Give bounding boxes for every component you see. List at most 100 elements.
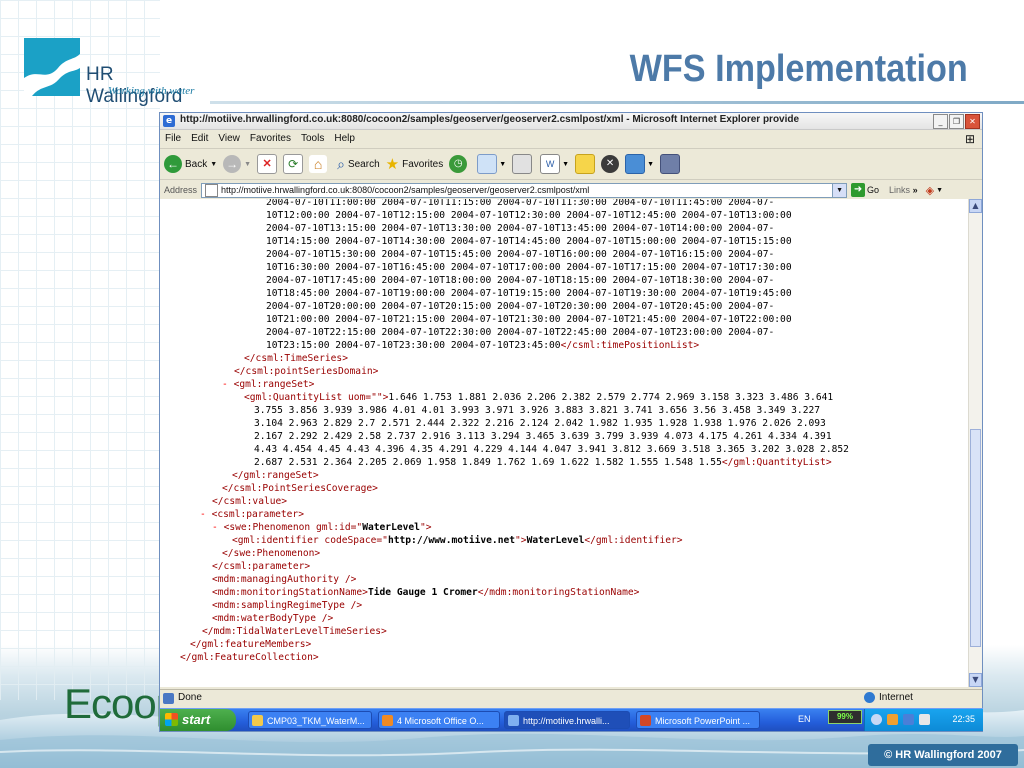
menu-edit[interactable]: Edit: [186, 130, 213, 148]
menu-tools[interactable]: Tools: [296, 130, 329, 148]
block-icon[interactable]: ✕: [601, 155, 620, 173]
xml-tag: </swe:Phenomenon>: [222, 548, 321, 559]
collapse-toggle[interactable]: -: [200, 509, 206, 520]
globe-icon: [864, 692, 875, 703]
xml-time-last-text: 10T23:15:00 2004-07-10T23:30:00 2004-07-…: [266, 340, 561, 351]
windows-flag-icon: ⊞: [964, 132, 976, 146]
messenger-icon[interactable]: [625, 154, 646, 174]
minimize-button[interactable]: _: [933, 114, 948, 129]
research-icon[interactable]: [660, 154, 681, 174]
battery-indicator[interactable]: 99%: [828, 710, 862, 724]
window-titlebar[interactable]: e http://motiive.hrwallingford.co.uk:808…: [160, 113, 982, 130]
restore-button[interactable]: ❐: [949, 114, 964, 129]
tray-arrow-icon[interactable]: [871, 714, 882, 725]
refresh-icon[interactable]: ⟳: [283, 154, 304, 174]
xml-tag: </csml:TimeSeries>: [244, 353, 348, 364]
scroll-up-button[interactable]: ▲: [969, 199, 982, 213]
back-button[interactable]: ← Back ▼: [164, 155, 217, 173]
go-button[interactable]: ➜ Go: [851, 183, 879, 197]
page-icon: [205, 183, 219, 197]
task-label: CMP03_TKM_WaterM...: [267, 716, 365, 726]
close-button[interactable]: ✕: [965, 114, 980, 129]
title-divider: [210, 101, 1024, 104]
ie-icon: [508, 715, 519, 726]
xml-tag: </csml:pointSeriesDomain>: [234, 366, 379, 377]
xml-tag: <mdm:managingAuthority />: [212, 574, 357, 585]
language-indicator[interactable]: EN: [798, 714, 811, 724]
window-controls: _ ❐ ✕: [933, 114, 980, 129]
start-button[interactable]: start: [160, 709, 236, 731]
task-label: 4 Microsoft Office O...: [397, 716, 484, 726]
xml-time-line: 10T18:45:00 2004-07-10T19:00:00 2004-07-…: [266, 288, 792, 299]
vertical-scrollbar[interactable]: ▲ ▼: [968, 199, 982, 687]
forward-dropdown-icon[interactable]: ▼: [244, 161, 251, 168]
folder-icon: [252, 715, 263, 726]
menu-view[interactable]: View: [213, 130, 245, 148]
system-tray: 22:35: [864, 709, 983, 731]
menu-file[interactable]: File: [160, 130, 186, 148]
xml-tag: <csml:parameter>: [211, 509, 304, 520]
tray-app-icon[interactable]: [887, 714, 898, 725]
address-input[interactable]: http://motiive.hrwallingford.co.uk:8080/…: [201, 182, 848, 198]
taskbar-item-ie[interactable]: http://motiive.hrwalli...: [504, 711, 630, 729]
taskbar-item-folder[interactable]: CMP03_TKM_WaterM...: [248, 711, 372, 729]
taskbar-item-powerpoint[interactable]: Microsoft PowerPoint ...: [636, 711, 760, 729]
xml-tag: </mdm:monitoringStationName>: [477, 587, 640, 598]
xml-tag: </gml:rangeSet>: [232, 470, 319, 481]
xml-quantity-first: 1.646 1.753 1.881 2.036 2.206 2.382 2.57…: [388, 392, 834, 403]
powerpoint-icon: [640, 715, 651, 726]
windows-taskbar: start CMP03_TKM_WaterM... 4 Microsoft Of…: [160, 708, 983, 731]
logo-tagline: Working with water: [108, 85, 195, 97]
taskbar-item-office[interactable]: 4 Microsoft Office O...: [378, 711, 500, 729]
go-arrow-icon: ➜: [851, 183, 866, 197]
collapse-toggle[interactable]: -: [222, 379, 228, 390]
status-bar: Done Internet: [160, 689, 982, 707]
xml-tag: </csml:timePositionList>: [560, 340, 700, 351]
search-label: Search: [347, 158, 380, 170]
menu-favorites[interactable]: Favorites: [245, 130, 296, 148]
scroll-down-button[interactable]: ▼: [969, 673, 982, 687]
xml-time-line: 2004-07-10T22:15:00 2004-07-10T22:30:00 …: [266, 327, 775, 338]
scroll-thumb[interactable]: [970, 429, 981, 647]
address-value: http://motiive.hrwallingford.co.uk:8080/…: [221, 185, 590, 195]
favorites-button[interactable]: ★ Favorites: [386, 155, 444, 173]
forward-button[interactable]: → ▼: [223, 155, 251, 173]
xml-parameter-line: - <csml:parameter>: [200, 508, 304, 521]
xml-time-line: 2004-07-10T13:15:00 2004-07-10T13:30:00 …: [266, 223, 775, 234]
office-icon: [382, 715, 393, 726]
extension-dropdown-icon[interactable]: ▼: [936, 187, 943, 194]
messenger-dropdown-icon[interactable]: ▼: [647, 161, 654, 168]
history-icon[interactable]: ◷: [449, 155, 468, 173]
back-dropdown-icon[interactable]: ▼: [210, 161, 217, 168]
forward-arrow-icon: →: [223, 155, 242, 173]
home-icon[interactable]: ⌂: [309, 155, 328, 173]
address-bar: Address http://motiive.hrwallingford.co.…: [160, 180, 982, 201]
tray-network-icon[interactable]: [903, 714, 914, 725]
collapse-toggle[interactable]: -: [212, 522, 218, 533]
xml-tag: </gml:identifier>: [584, 535, 683, 546]
search-button[interactable]: ⌕ Search: [337, 156, 380, 173]
discuss-folder-icon[interactable]: [575, 154, 596, 174]
zone-label: Internet: [879, 692, 913, 703]
xml-time-line: 2004-07-10T11:00:00 2004-07-10T11:15:00 …: [266, 199, 775, 208]
xml-tag: </csml:parameter>: [212, 561, 311, 572]
stop-icon[interactable]: ✕: [257, 154, 278, 174]
links-button[interactable]: Links »: [889, 185, 918, 195]
menu-help[interactable]: Help: [329, 130, 360, 148]
copyright-badge: © HR Wallingford 2007: [868, 744, 1018, 766]
xml-tag: <mdm:monitoringStationName>: [212, 587, 368, 598]
edit-dropdown-icon[interactable]: ▼: [562, 161, 569, 168]
slide-title: WFS Implementation: [629, 48, 968, 90]
toolbar-extension-icon[interactable]: ◈: [926, 184, 934, 197]
xml-attr-value: WaterLevel: [362, 522, 420, 533]
tray-volume-icon[interactable]: [919, 714, 930, 725]
mail-dropdown-icon[interactable]: ▼: [499, 161, 506, 168]
mail-icon[interactable]: [477, 154, 498, 174]
address-dropdown-icon[interactable]: ▼: [832, 183, 847, 197]
xml-tag: </gml:featureMembers>: [190, 639, 312, 650]
edit-word-icon[interactable]: W: [540, 154, 561, 174]
xml-tag: </gml:FeatureCollection>: [180, 652, 319, 663]
print-icon[interactable]: [512, 154, 533, 174]
back-label: Back: [185, 158, 208, 170]
browser-toolbar: ← Back ▼ → ▼ ✕ ⟳ ⌂ ⌕ Search ★ Favorites …: [160, 149, 982, 180]
